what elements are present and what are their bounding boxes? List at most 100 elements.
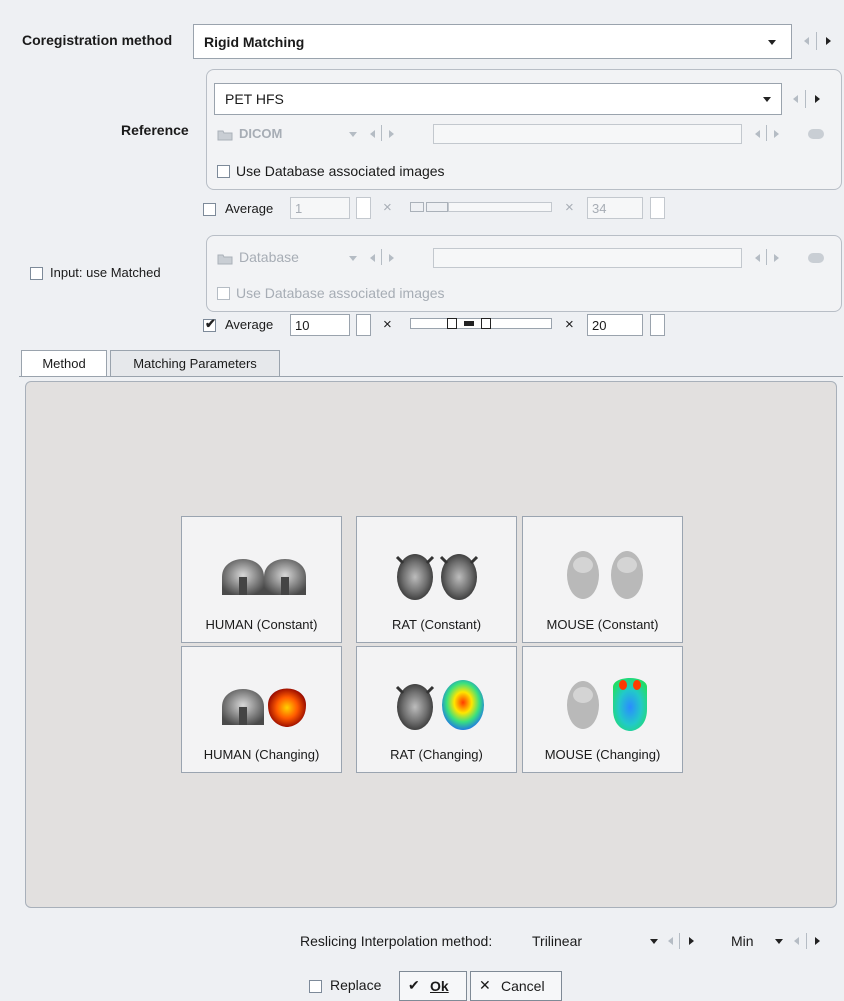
reference-group: PET HFS DICOM Use Database associated im…: [206, 69, 842, 190]
next-arrow-icon[interactable]: [815, 95, 820, 103]
reference-source-value: DICOM: [239, 126, 283, 141]
times-sign: ×: [565, 316, 574, 333]
next-arrow-icon[interactable]: [774, 130, 779, 138]
reference-average-checkbox[interactable]: [203, 203, 216, 216]
reference-series-combo[interactable]: PET HFS: [214, 83, 782, 115]
method-mouse-constant[interactable]: MOUSE (Constant): [522, 516, 683, 643]
slider-handle-right-icon[interactable]: [426, 202, 448, 212]
previous-arrow-icon[interactable]: [668, 937, 673, 945]
input-source-value: Database: [239, 249, 299, 265]
options-icon[interactable]: [808, 253, 824, 263]
reference-frame-range-slider[interactable]: [448, 202, 552, 212]
previous-arrow-icon[interactable]: [794, 937, 799, 945]
reference-use-db-checkbox[interactable]: [217, 165, 230, 178]
input-path-field[interactable]: [433, 248, 742, 268]
slider-handle-left-icon[interactable]: [410, 202, 424, 212]
next-arrow-icon[interactable]: [689, 937, 694, 945]
reslicing-min-value[interactable]: Min: [731, 933, 754, 949]
separator: [679, 933, 680, 949]
coregistration-method-value: Rigid Matching: [204, 33, 305, 50]
next-arrow-icon[interactable]: [389, 130, 394, 138]
input-average-from-field[interactable]: 10: [290, 314, 350, 336]
separator: [766, 125, 767, 141]
tab-matching-parameters[interactable]: Matching Parameters: [110, 350, 280, 376]
reslicing-method-value[interactable]: Trilinear: [532, 933, 582, 949]
separator: [816, 32, 817, 50]
chevron-down-icon[interactable]: [763, 97, 771, 102]
next-arrow-icon[interactable]: [774, 254, 779, 262]
separator: [805, 90, 806, 108]
options-icon[interactable]: [808, 129, 824, 139]
replace-label: Replace: [330, 977, 382, 993]
ok-button[interactable]: ✔ Ok: [399, 971, 467, 1001]
reference-average-from-field[interactable]: 1: [290, 197, 350, 219]
slider-handle-left-icon[interactable]: [447, 318, 457, 329]
input-average-to-field[interactable]: 20: [587, 314, 643, 336]
previous-arrow-icon[interactable]: [804, 37, 809, 45]
method-human-changing-label: HUMAN (Changing): [203, 747, 320, 762]
method-mouse-changing[interactable]: MOUSE (Changing): [522, 646, 683, 773]
input-average-to-spinner[interactable]: [650, 314, 665, 336]
folder-icon: [217, 252, 233, 265]
slider-handle-right-icon[interactable]: [481, 318, 491, 329]
previous-arrow-icon[interactable]: [370, 254, 375, 262]
reference-average-to-value: 34: [592, 201, 607, 216]
method-panel: HUMAN (Constant) RAT (Constant) MOUSE (C…: [25, 381, 837, 908]
coregistration-method-combo[interactable]: Rigid Matching: [193, 24, 792, 59]
chevron-down-icon[interactable]: [349, 132, 357, 137]
method-rat-changing-label: RAT (Changing): [390, 747, 483, 762]
rat-brain-icon: [395, 554, 479, 600]
input-average-to-value: 20: [592, 318, 607, 333]
method-mouse-changing-label: MOUSE (Changing): [544, 747, 661, 762]
mouse-brain-icon: [567, 551, 643, 599]
previous-arrow-icon[interactable]: [793, 95, 798, 103]
folder-icon: [217, 128, 233, 141]
previous-arrow-icon[interactable]: [755, 130, 760, 138]
method-human-constant[interactable]: HUMAN (Constant): [181, 516, 342, 643]
checkmark-icon: ✔: [205, 316, 216, 331]
method-rat-changing[interactable]: RAT (Changing): [356, 646, 517, 773]
reference-average-from-spinner[interactable]: [356, 197, 371, 219]
replace-checkbox[interactable]: [309, 980, 322, 993]
times-sign: ×: [383, 316, 392, 333]
chevron-down-icon[interactable]: [768, 40, 776, 45]
next-arrow-icon[interactable]: [389, 254, 394, 262]
input-use-db-checkbox[interactable]: [217, 287, 230, 300]
method-rat-constant-label: RAT (Constant): [391, 617, 482, 632]
tab-method[interactable]: Method: [21, 350, 107, 377]
cross-icon: ✕: [479, 977, 491, 993]
separator: [381, 249, 382, 265]
method-human-changing[interactable]: HUMAN (Changing): [181, 646, 342, 773]
input-average-checkbox[interactable]: ✔: [203, 316, 216, 332]
input-use-matched-label: Input: use Matched: [50, 265, 161, 280]
next-arrow-icon[interactable]: [826, 37, 831, 45]
input-use-matched-checkbox[interactable]: [30, 267, 43, 280]
reference-series-value: PET HFS: [225, 91, 284, 107]
reference-path-field[interactable]: [433, 124, 742, 144]
separator: [806, 933, 807, 949]
check-icon: ✔: [408, 977, 420, 993]
tab-divider: [19, 376, 843, 377]
method-human-constant-label: HUMAN (Constant): [205, 617, 318, 632]
next-arrow-icon[interactable]: [815, 937, 820, 945]
previous-arrow-icon[interactable]: [755, 254, 760, 262]
mouse-brain-pet-icon: [567, 678, 647, 731]
previous-arrow-icon[interactable]: [370, 130, 375, 138]
chevron-down-icon[interactable]: [650, 939, 658, 944]
chevron-down-icon[interactable]: [775, 939, 783, 944]
input-use-db-label: Use Database associated images: [236, 285, 445, 301]
human-brain-pet-icon: [222, 688, 306, 727]
tab-matching-parameters-label: Matching Parameters: [133, 356, 257, 371]
reference-label: Reference: [121, 122, 189, 138]
method-rat-constant[interactable]: RAT (Constant): [356, 516, 517, 643]
rat-brain-pet-icon: [395, 680, 484, 730]
chevron-down-icon[interactable]: [349, 256, 357, 261]
human-brain-icon: [222, 559, 306, 595]
method-mouse-constant-label: MOUSE (Constant): [546, 617, 659, 632]
reference-average-to-field[interactable]: 34: [587, 197, 643, 219]
tab-method-label: Method: [42, 356, 86, 371]
reference-average-to-spinner[interactable]: [650, 197, 665, 219]
reference-average-from-value: 1: [295, 201, 303, 216]
input-average-from-spinner[interactable]: [356, 314, 371, 336]
cancel-button[interactable]: ✕ Cancel: [470, 971, 562, 1001]
